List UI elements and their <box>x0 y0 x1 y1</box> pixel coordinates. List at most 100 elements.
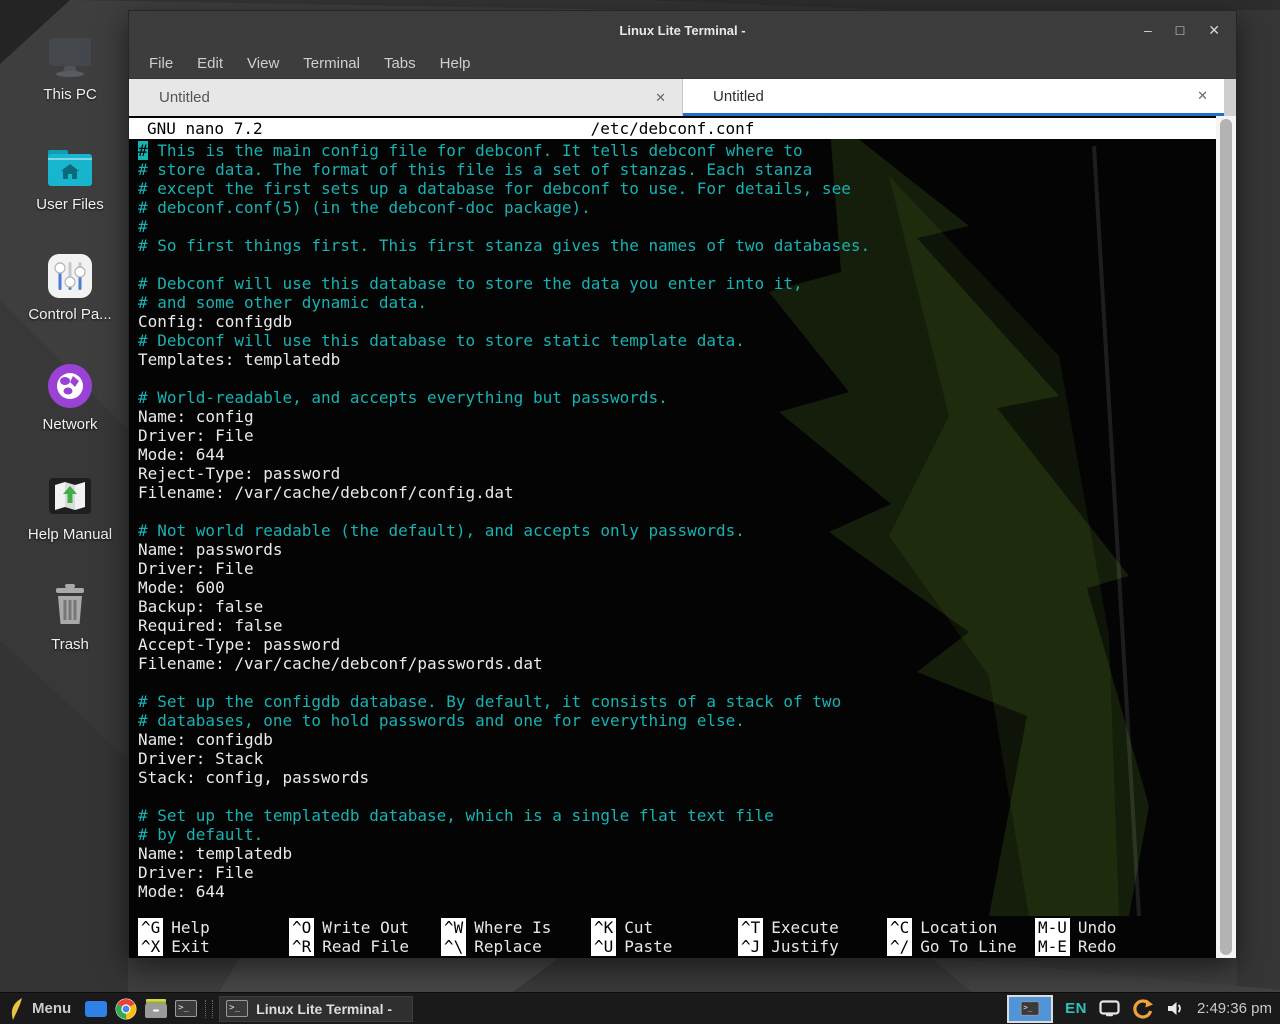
nano-shortcut-column: ^WWhere Is^\Replace <box>441 918 591 956</box>
task-button-terminal[interactable]: >_ Linux Lite Terminal - <box>219 996 413 1022</box>
tab-close-icon[interactable]: ✕ <box>1197 88 1208 104</box>
menu-bar: File Edit View Terminal Tabs Help <box>129 49 1236 79</box>
shortcut-key: ^G <box>138 918 163 937</box>
updates-icon[interactable] <box>1132 998 1154 1020</box>
title-bar[interactable]: Linux Lite Terminal - – □ ✕ <box>129 11 1236 49</box>
minimize-icon[interactable]: – <box>1144 23 1152 37</box>
tab-untitled-2[interactable]: Untitled ✕ <box>683 79 1224 116</box>
nano-line: # by default. <box>138 825 1216 844</box>
nano-line: Templates: templatedb <box>138 350 1216 369</box>
desktop-icon-label: Trash <box>14 636 126 653</box>
shortcut-label: Undo <box>1078 918 1117 937</box>
desktop-icon-network[interactable]: Network <box>14 356 126 433</box>
shortcut-label: Justify <box>771 937 838 956</box>
nano-shortcut-column: M-UUndoM-ERedo <box>1035 918 1216 956</box>
shortcut-key: ^/ <box>887 937 912 956</box>
nano-line: Driver: Stack <box>138 749 1216 768</box>
shortcut-label: Replace <box>474 937 541 956</box>
nano-line: Mode: 600 <box>138 578 1216 597</box>
tab-close-icon[interactable]: ✕ <box>655 90 666 106</box>
desktop-icon-label: User Files <box>14 196 126 213</box>
nano-line <box>138 255 1216 274</box>
nano-line: # Debconf will use this database to stor… <box>138 274 1216 293</box>
nano-version: GNU nano 7.2 <box>147 119 263 138</box>
terminal-launcher[interactable]: >_ <box>171 993 201 1024</box>
nano-line <box>138 673 1216 692</box>
chrome-launcher[interactable] <box>111 993 141 1024</box>
nano-line <box>138 369 1216 388</box>
nano-line: Config: configdb <box>138 312 1216 331</box>
shortcut-label: Paste <box>624 937 672 956</box>
menu-file[interactable]: File <box>141 52 181 75</box>
nano-line: Mode: 644 <box>138 882 1216 901</box>
nano-line: # World-readable, and accepts everything… <box>138 388 1216 407</box>
nano-shortcut-column: ^KCut^UPaste <box>591 918 738 956</box>
desktop-icon-trash[interactable]: Trash <box>14 576 126 653</box>
tab-bar: Untitled ✕ Untitled ✕ <box>129 79 1236 116</box>
nano-line: Driver: File <box>138 426 1216 445</box>
terminal-content[interactable]: GNU nano 7.2 /etc/debconf.conf # This is… <box>129 116 1236 958</box>
shortcut-key: ^W <box>441 918 466 937</box>
nano-line <box>138 787 1216 806</box>
nano-line: # debconf.conf(5) (in the debconf-doc pa… <box>138 198 1216 217</box>
shortcut-label: Help <box>171 918 210 937</box>
tab-label: Untitled <box>683 88 764 105</box>
nano-cursor: # <box>138 141 148 160</box>
nano-title-bar: GNU nano 7.2 /etc/debconf.conf <box>129 118 1216 139</box>
menu-edit[interactable]: Edit <box>189 52 231 75</box>
nano-line: # store data. The format of this file is… <box>138 160 1216 179</box>
control-panel-icon <box>14 246 126 302</box>
desktop-icon-control-panel[interactable]: Control Pa... <box>14 246 126 323</box>
shortcut-key: ^J <box>738 937 763 956</box>
shortcut-key: ^R <box>289 937 314 956</box>
shortcut-key: M-U <box>1035 918 1070 937</box>
clock: 2:49:36 pm <box>1197 1000 1272 1017</box>
terminal-window: Linux Lite Terminal - – □ ✕ File Edit Vi… <box>128 10 1237 957</box>
terminal-scrollbar[interactable] <box>1216 116 1236 958</box>
close-icon[interactable]: ✕ <box>1208 23 1220 37</box>
show-desktop-button[interactable] <box>81 993 111 1024</box>
system-tray: >_ EN 2:49:36 pm <box>1007 995 1280 1023</box>
file-cabinet-icon <box>144 998 168 1019</box>
chrome-icon <box>115 998 137 1020</box>
nano-line: # <box>138 217 1216 236</box>
file-manager-launcher[interactable] <box>141 993 171 1024</box>
nano-line: Driver: File <box>138 559 1216 578</box>
nano-filename: /etc/debconf.conf <box>591 118 755 139</box>
nano-line: Name: templatedb <box>138 844 1216 863</box>
menu-tabs[interactable]: Tabs <box>376 52 424 75</box>
menu-view[interactable]: View <box>239 52 287 75</box>
scrollbar-thumb[interactable] <box>1220 119 1232 955</box>
shortcut-label: Read File <box>322 937 409 956</box>
taskbar-separator <box>205 1000 213 1018</box>
tab-untitled-1[interactable]: Untitled ✕ <box>129 79 683 116</box>
shortcut-key: ^U <box>591 937 616 956</box>
volume-icon[interactable] <box>1166 1000 1185 1017</box>
start-menu-button[interactable]: Menu <box>0 993 81 1024</box>
workspace-switcher[interactable]: >_ <box>1007 995 1053 1023</box>
nano-line: Filename: /var/cache/debconf/passwords.d… <box>138 654 1216 673</box>
menu-help[interactable]: Help <box>432 52 479 75</box>
network-globe-icon <box>14 356 126 412</box>
terminal-icon: >_ <box>175 1000 197 1017</box>
nano-line: Backup: false <box>138 597 1216 616</box>
menu-terminal[interactable]: Terminal <box>295 52 368 75</box>
shortcut-key: ^K <box>591 918 616 937</box>
desktop-icon-label: Network <box>14 416 126 433</box>
shortcut-key: ^\ <box>441 937 466 956</box>
nano-line: Name: configdb <box>138 730 1216 749</box>
keyboard-layout-indicator[interactable]: EN <box>1065 1000 1087 1017</box>
terminal-icon: >_ <box>226 1000 248 1017</box>
maximize-icon[interactable]: □ <box>1176 23 1184 37</box>
nano-line: Accept-Type: password <box>138 635 1216 654</box>
task-label: Linux Lite Terminal - <box>256 1001 392 1017</box>
display-icon[interactable] <box>1099 1000 1120 1017</box>
nano-text-area[interactable]: # This is the main config file for debco… <box>129 141 1216 914</box>
desktop-icon-this-pc[interactable]: This PC <box>14 26 126 103</box>
desktop-icon-help-manual[interactable]: Help Manual <box>14 466 126 543</box>
nano-line: Name: config <box>138 407 1216 426</box>
nano-line: Name: passwords <box>138 540 1216 559</box>
desktop-icon-user-files[interactable]: User Files <box>14 136 126 213</box>
nano-line: Filename: /var/cache/debconf/config.dat <box>138 483 1216 502</box>
help-manual-icon <box>14 466 126 522</box>
